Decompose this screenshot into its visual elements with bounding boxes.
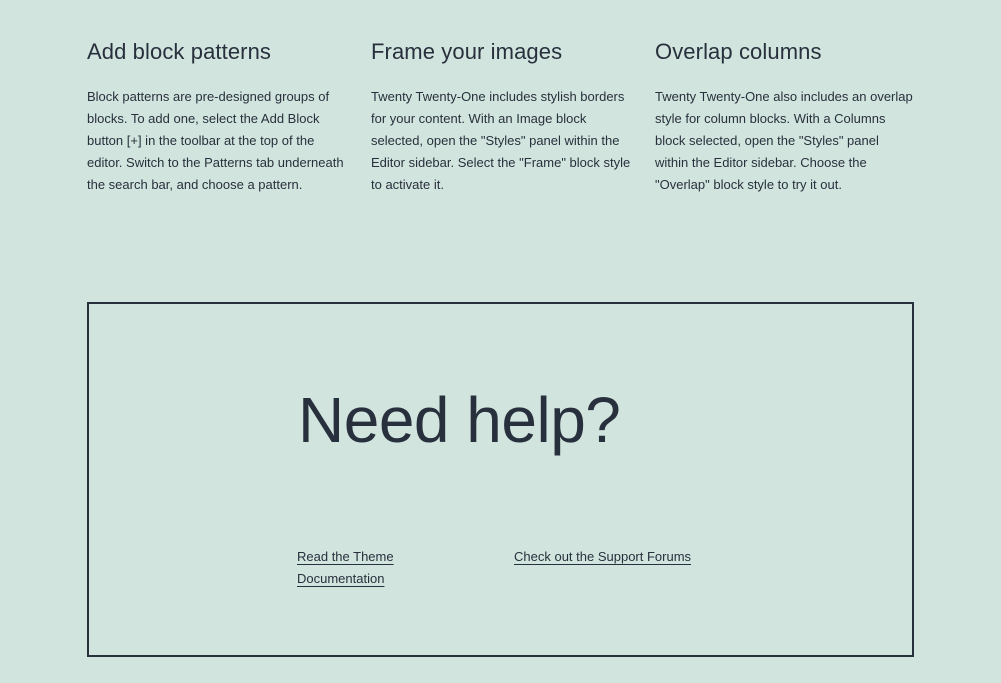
support-forums-link[interactable]: Check out the Support Forums [514,546,691,590]
feature-description: Twenty Twenty-One includes stylish borde… [371,89,631,192]
theme-documentation-link[interactable]: Read the Theme Documentation [297,546,407,590]
help-title: Need help? [298,384,621,456]
feature-title: Overlap columns [655,39,822,64]
feature-block-patterns: Add block patterns Block patterns are pr… [87,34,347,196]
feature-overlap-columns: Overlap columns Twenty Twenty-One also i… [655,34,915,196]
help-links: Read the Theme Documentation Check out t… [297,546,691,590]
feature-columns: Add block patterns Block patterns are pr… [87,34,917,196]
feature-title: Frame your images [371,39,563,64]
feature-description: Block patterns are pre-designed groups o… [87,89,344,192]
feature-description: Twenty Twenty-One also includes an overl… [655,89,913,192]
feature-title: Add block patterns [87,39,272,64]
feature-frame-images: Frame your images Twenty Twenty-One incl… [371,34,631,196]
help-box: Need help? Read the Theme Documentation … [87,302,914,657]
